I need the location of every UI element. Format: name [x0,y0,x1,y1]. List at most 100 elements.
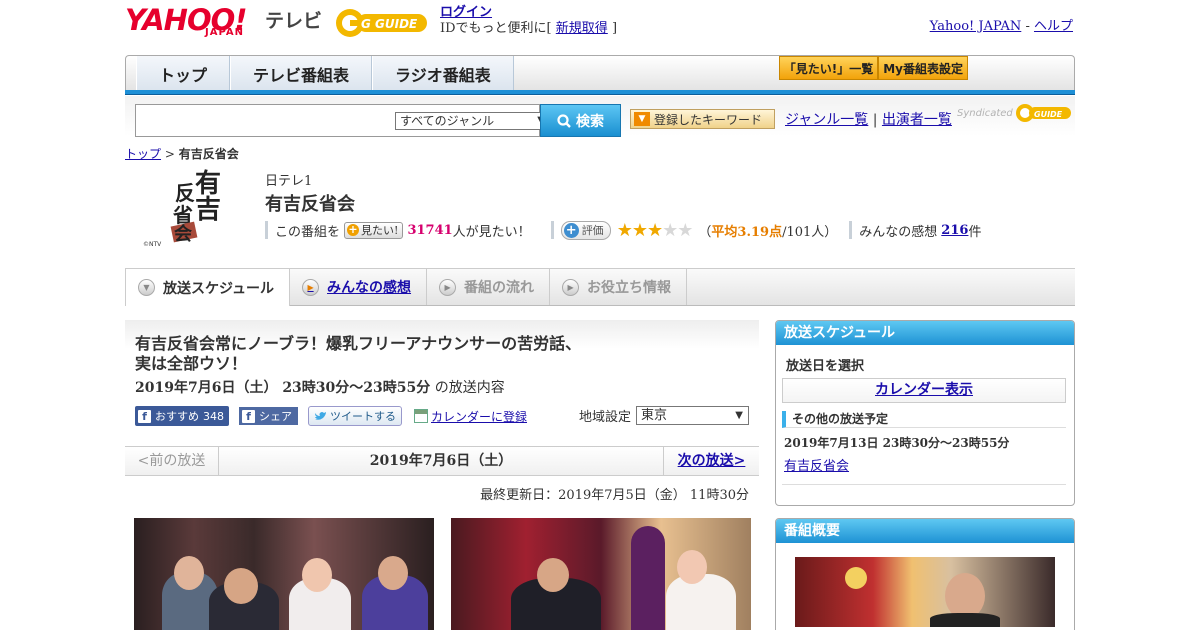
content-tabs: ▼ 放送スケジュール ▶ みんなの感想 ▶ 番組の流れ ▶ お役立ち情報 [125,268,1075,306]
login-link[interactable]: ログイン [440,5,492,20]
region-select[interactable]: 東京 ▼ [636,406,749,425]
person-head [537,558,569,592]
tab-kansou-label: みんなの感想 [327,280,412,296]
play-icon: ▶ [562,278,580,296]
rating-button[interactable]: + 評価 [560,220,611,240]
yahoo-japan-link[interactable]: Yahoo! JAPAN [930,19,1022,34]
tv-logo[interactable]: テレビ [265,6,322,33]
search-button[interactable]: 検索 [540,104,621,137]
facebook-recommend-count: 348 [203,409,224,423]
site-header: YAHOO! JAPAN テレビ G GUIDE ログイン IDでもっと便利に[… [125,0,1075,50]
person-figure [930,613,1000,627]
summary-box-heading: 番組概要 [776,519,1074,543]
broadcast-pager: <前の放送 2019年7月6日（土） 次の放送> [125,446,759,476]
program-title: 有吉反省会 [265,194,355,215]
header-links: Yahoo! JAPAN - ヘルプ [930,15,1073,34]
star-filled-icon: ★ [646,219,663,241]
episode-airtime-suffix: の放送内容 [430,380,505,396]
breadcrumb-top[interactable]: トップ [125,147,161,161]
chevron-down-icon: ▼ [735,410,743,421]
program-logo-credit: ©NTV [143,241,162,248]
syndicated-label: Syndicated [957,107,1013,119]
region-selected-value: 東京 [641,408,668,423]
plus-icon: + [563,222,579,238]
episode-photo [134,518,434,630]
tab-kansou[interactable]: ▶ みんなの感想 [290,269,428,305]
register-link[interactable]: 新規取得 [556,21,608,36]
search-button-label: 検索 [576,113,604,130]
genre-selected-value: すべてのジャンル [400,114,495,128]
other-schedule-heading: その他の放送予定 [782,411,1066,428]
mitai-suffix: 人が見たい！ [452,224,531,240]
tab-useful-info[interactable]: ▶ お役立ち情報 [550,269,688,305]
rating-average: 平均3.19点 [711,224,783,240]
meta-divider [550,221,554,239]
genre-list-link[interactable]: ジャンル一覧 [785,112,868,128]
breadcrumb-current: 有吉反省会 [178,147,239,161]
region-setting: 地域設定 東京 ▼ [579,406,749,425]
next-broadcast-link[interactable]: 次の放送> [663,447,759,475]
facebook-recommend-button[interactable]: f おすすめ 348 [135,406,229,426]
episode-title-line2: 実は全部ウソ！ [135,354,248,373]
gguide-logo[interactable]: G GUIDE [335,6,431,40]
triangle-down-icon: ▼ [634,112,650,126]
episode-title-line1: 有吉反省会常にノーブラ！爆乳フリーアナウンサーの苦労話、 [135,334,582,353]
breadcrumb-separator: > [164,147,175,161]
help-link[interactable]: ヘルプ [1034,19,1073,34]
gguide-mini-text: GUIDE [1034,110,1063,119]
search-links-separator: | [872,112,878,128]
star-empty-icon: ★ [677,219,693,241]
gguide-logo-text: G GUIDE [361,17,418,31]
kansou-count[interactable]: 216 [941,223,968,238]
kansou-suffix: 件 [968,224,982,240]
decoration-panel [631,526,665,630]
calendar-register-link[interactable]: カレンダーに登録 [431,408,527,425]
nav-tab-tv-schedule[interactable]: テレビ番組表 [230,56,373,91]
person-head [174,556,204,590]
episode-airtime-value: 2019年7月6日（土） 23時30分～23時55分 [135,380,431,396]
genre-select[interactable]: すべてのジャンル ▼ [395,112,550,130]
other-schedule-link[interactable]: 有吉反省会 [782,455,1066,485]
meta-divider [849,221,853,239]
tab-flow[interactable]: ▶ 番組の流れ [427,269,551,305]
facebook-icon: f [242,409,255,423]
search-icon [557,113,571,128]
program-meta: この番組を + 見たい! 31741 人が見たい！ + 評価 ★★★★★ （ 平… [265,219,982,241]
login-box: ログイン IDでもっと便利に[ 新規取得 ] [440,5,617,37]
tweet-label: ツイートする [330,410,396,423]
keyword-button-label: 登録したキーワード [654,112,763,127]
plus-icon: + [347,223,360,236]
facebook-recommend-label: おすすめ [155,410,199,423]
facebook-share-button[interactable]: f シェア [239,407,298,425]
person-head [677,550,707,584]
tweet-button[interactable]: ツイートする [308,406,402,426]
twitter-bird-icon [315,411,326,420]
play-icon: ▶ [302,278,320,296]
tab-schedule[interactable]: ▼ 放送スケジュール [125,268,291,306]
program-logo: 有 吉 反 省 会 ©NTV [143,169,221,248]
other-schedule-date: 2019年7月13日 23時30分～23時55分 [784,436,1010,450]
search-bar: すべてのジャンル ▼ 検索 ▼ 登録したキーワード ジャンル一覧 | 出演者一覧… [125,96,1075,137]
calendar-view-button[interactable]: カレンダー表示 [782,378,1066,403]
summary-box: 番組概要 [775,518,1075,630]
mitai-list-button[interactable]: 「見たい!」一覧 [778,56,879,80]
social-buttons: f おすすめ 348 f シェア ツイートする カレンダーに登録 [135,406,527,426]
nav-tab-top[interactable]: トップ [136,56,231,91]
select-date-label: 放送日を選択 [786,359,865,374]
keyword-button[interactable]: ▼ 登録したキーワード [630,109,775,129]
nav-tab-radio-schedule[interactable]: ラジオ番組表 [372,56,514,91]
pager-date: 2019年7月6日（土） [369,453,513,469]
nav-buttons: 「見たい!」一覧 My番組表設定 [778,56,968,80]
login-description: IDでもっと便利に[ [440,21,552,36]
person-head [302,558,332,592]
star-filled-icon: ★ [631,219,648,241]
mitai-button[interactable]: + 見たい! [344,221,404,239]
calendar-register[interactable]: カレンダーに登録 [414,408,527,425]
person-head [378,556,408,590]
my-schedule-button[interactable]: My番組表設定 [878,56,968,80]
search-input[interactable]: すべてのジャンル ▼ [135,104,550,137]
performer-list-link[interactable]: 出演者一覧 [882,112,952,128]
episode-title: 有吉反省会常にノーブラ！爆乳フリーアナウンサーの苦労話、 実は全部ウソ！ [135,334,605,374]
mitai-count: 31741 [407,222,453,238]
schedule-box-body: 放送日を選択 カレンダー表示 その他の放送予定 2019年7月13日 23時30… [776,345,1074,495]
